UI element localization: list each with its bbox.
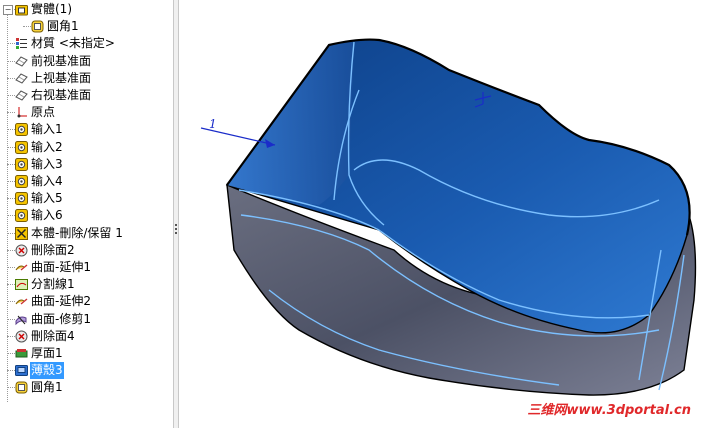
triad-label: 1: [209, 117, 217, 131]
import-icon: [15, 175, 28, 188]
tree-connector: [7, 353, 15, 354]
tree-item[interactable]: 分割線1: [0, 276, 173, 293]
tree-connector: [7, 335, 15, 337]
tree-item-label: 前视基准面: [31, 53, 92, 68]
plane-icon: [15, 55, 28, 68]
tree-item[interactable]: 刪除面2: [0, 242, 173, 259]
tree-item[interactable]: 刪除面4: [0, 328, 173, 345]
feature-manager-tree: 實體(1) − 圓角1 材質 <未指定> 前视基准面上视基准面右视基准面原点输入1 输入2…: [0, 0, 173, 428]
tree-connector: [7, 267, 15, 268]
tree-item-label: 厚面1: [31, 346, 63, 360]
tree-connector: [7, 301, 15, 303]
tree-item[interactable]: 前视基准面: [0, 53, 173, 70]
shell-left-wall: [227, 42, 354, 205]
tree-connector: [7, 112, 15, 114]
tree-item-label: 原点: [31, 105, 56, 120]
tree-item[interactable]: 曲面-延伸2: [0, 293, 173, 310]
tree-item-label: 本體-刪除/保留 1: [31, 225, 123, 240]
tree-item[interactable]: 實體(1) −: [0, 1, 173, 18]
fillet-icon: [31, 20, 44, 33]
tree-connector: [7, 318, 15, 320]
import-icon: [15, 123, 28, 137]
import-icon: [15, 140, 28, 154]
tree-item[interactable]: 本體-刪除/保留 1: [0, 225, 173, 242]
import-icon: [15, 157, 28, 171]
tree-item[interactable]: 输入1: [0, 121, 173, 138]
tree-connector: [7, 129, 15, 131]
tree-item-label: 材質 <未指定>: [31, 36, 115, 51]
import-icon: [15, 192, 28, 206]
tree-item-label: 薄殼3: [30, 362, 64, 380]
plane-icon: [15, 89, 28, 102]
tree-connector: [7, 284, 15, 286]
surface-extend-icon: [15, 295, 28, 308]
delete-face-icon: [15, 330, 28, 343]
tree-item[interactable]: 曲面-修剪1: [0, 311, 173, 328]
shell-icon: [15, 364, 28, 377]
tree-connector: [7, 77, 15, 79]
watermark: 三维网www.3dportal.cn: [527, 403, 691, 418]
collapse-toggle-icon[interactable]: −: [3, 5, 13, 15]
tree-item-label: 刪除面2: [31, 242, 75, 257]
tree-item-label: 分割線1: [31, 277, 75, 292]
tree-item-label: 圓角1: [47, 19, 79, 34]
tree-item-label: 曲面-延伸1: [31, 260, 91, 274]
tree-connector: [7, 370, 15, 372]
tree-item[interactable]: 输入3: [0, 156, 173, 173]
tree-connector: [7, 43, 15, 45]
delete-face-icon: [15, 244, 28, 257]
tree-item[interactable]: 输入4: [0, 173, 173, 190]
tree-item[interactable]: 圓角1: [0, 18, 173, 35]
splitter-grip-icon[interactable]: [175, 224, 177, 226]
tree-item-label: 输入1: [31, 122, 63, 137]
tree-item-label: 曲面-修剪1: [31, 311, 91, 326]
tree-item-label: 输入3: [31, 156, 63, 171]
tree-item-label: 刪除面4: [31, 328, 75, 343]
import-icon: [15, 209, 28, 223]
plane-icon: [15, 72, 28, 85]
solid-bodies-folder-icon: [15, 3, 28, 16]
tree-connector: [7, 163, 15, 165]
tree-item[interactable]: 原点: [0, 104, 173, 121]
tree-connector: [7, 181, 15, 182]
material-icon: [15, 37, 28, 50]
tree-item-label: 曲面-延伸2: [31, 294, 91, 309]
tree-item[interactable]: 薄殼3: [0, 362, 173, 380]
surface-trim-icon: [15, 313, 28, 326]
tree-item-label: 實體(1): [31, 2, 72, 16]
surface-extend-icon: [15, 261, 28, 274]
tree-connector: [7, 60, 15, 62]
tree-item[interactable]: 右视基准面: [0, 87, 173, 104]
tree-connector: [7, 215, 15, 217]
tree-connector: [7, 95, 15, 96]
tree-connector: [7, 232, 15, 234]
tree-connector: [7, 146, 15, 148]
tree-item-label: 输入5: [31, 191, 63, 206]
body-delete-icon: [15, 226, 28, 240]
tree-item[interactable]: 输入5: [0, 190, 173, 207]
tree-item-label: 输入2: [31, 139, 63, 154]
tree-item[interactable]: 曲面-延伸1: [0, 259, 173, 276]
graphics-viewport[interactable]: 1 三维网www.3dportal.cn: [179, 0, 709, 428]
thicken-icon: [15, 347, 28, 360]
tree-item-label: 输入6: [31, 208, 63, 223]
tree-item-label: 右视基准面: [31, 88, 92, 102]
origin-icon: [15, 106, 28, 119]
tree-item[interactable]: 上视基准面: [0, 70, 173, 87]
tree-connector: [7, 387, 15, 389]
tree-item-label: 上视基准面: [31, 70, 92, 85]
tree-item-label: 输入4: [31, 174, 63, 188]
tree-item[interactable]: 输入6: [0, 207, 173, 224]
tree-item[interactable]: 圓角1: [0, 379, 173, 396]
tree-connector: [23, 26, 31, 28]
tree-connector: [7, 249, 15, 251]
tree-item[interactable]: 材質 <未指定>: [0, 35, 173, 52]
tree-connector: [7, 198, 15, 200]
tree-item-label: 圓角1: [31, 380, 63, 395]
tree-item[interactable]: 厚面1: [0, 345, 173, 362]
tree-item[interactable]: 输入2: [0, 139, 173, 156]
fillet-icon: [15, 381, 28, 394]
model-view[interactable]: 1: [179, 0, 709, 428]
split-line-icon: [15, 278, 28, 291]
